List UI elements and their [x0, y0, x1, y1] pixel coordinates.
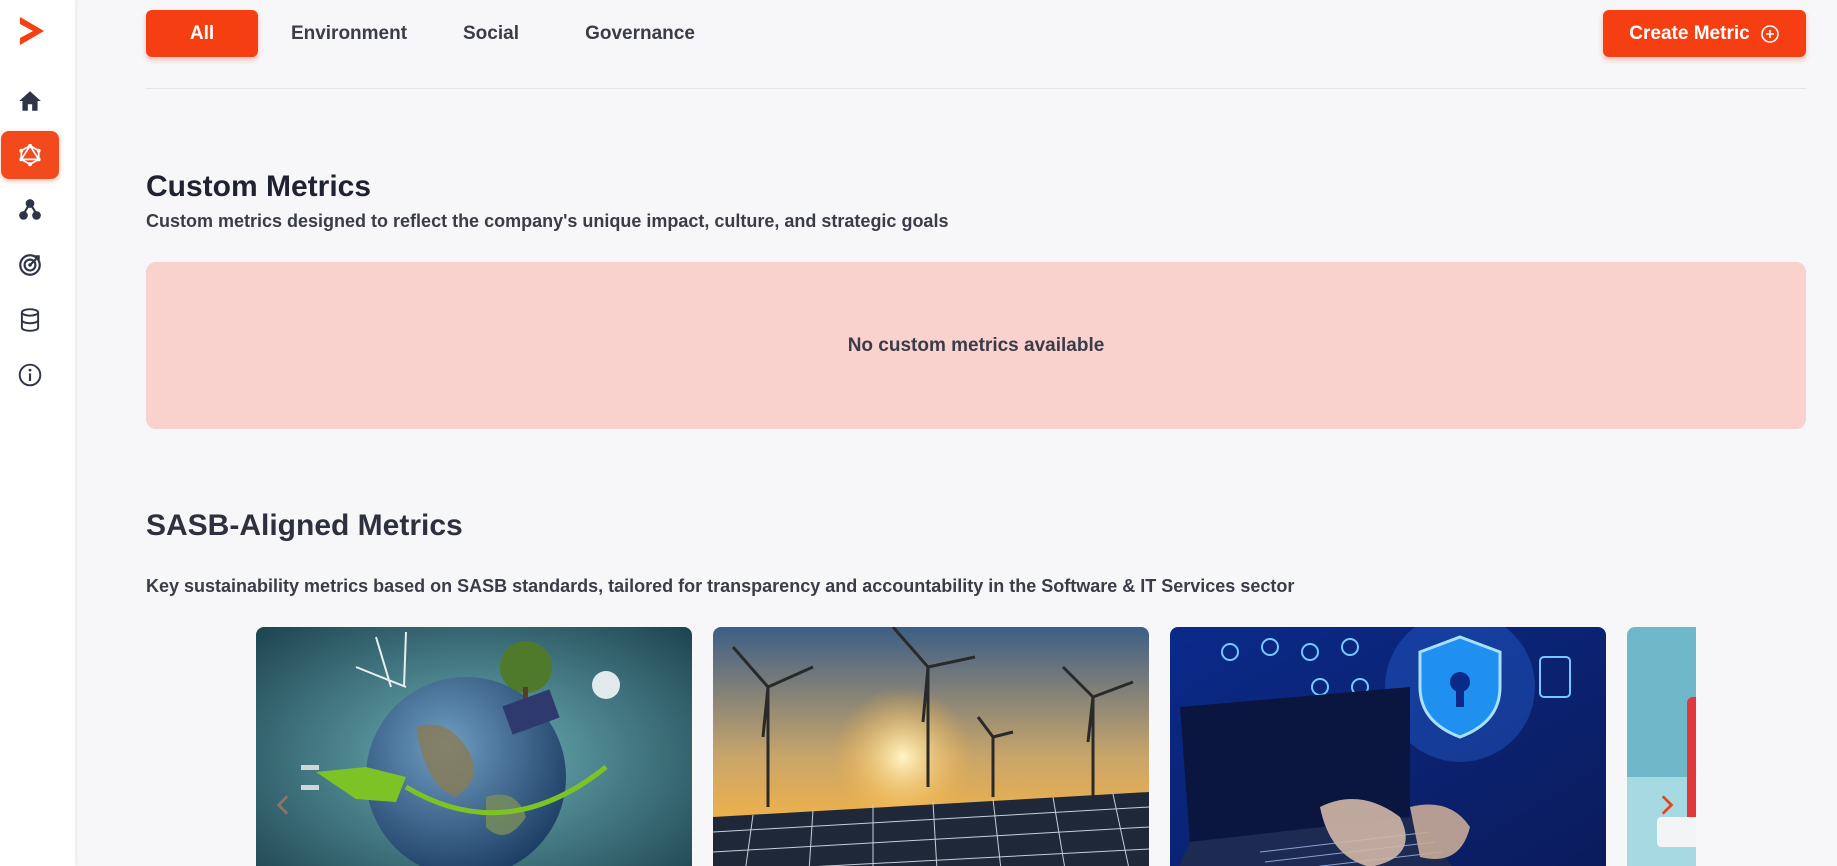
chevron-left-icon [276, 795, 289, 815]
app-logo-icon[interactable] [17, 14, 47, 48]
plus-circle-icon [1760, 24, 1779, 43]
nav-info[interactable] [1, 351, 59, 399]
tab-all[interactable]: All [146, 10, 258, 57]
info-icon [18, 363, 42, 387]
chevron-right-icon [1661, 795, 1674, 815]
create-metric-label: Create Metric [1629, 22, 1750, 44]
filter-bar: All Environment Social Governance Create… [146, 10, 1806, 58]
home-icon [19, 91, 41, 111]
custom-metrics-title: Custom Metrics [146, 170, 372, 203]
empty-state-text: No custom metrics available [847, 334, 1105, 356]
carousel-prev-button[interactable] [264, 785, 304, 825]
nav-home[interactable] [1, 77, 59, 125]
custom-metrics-empty-state: No custom metrics available [146, 262, 1806, 429]
sasb-metrics-title: SASB-Aligned Metrics [146, 509, 463, 542]
carousel-next-button[interactable] [1646, 785, 1686, 825]
sasb-carousel [256, 627, 1696, 866]
tab-environment[interactable]: Environment [274, 10, 424, 57]
laptop-image [1627, 627, 1696, 866]
divider [146, 88, 1806, 89]
tab-governance[interactable]: Governance [560, 10, 720, 57]
nav-data[interactable] [1, 296, 59, 344]
nav-hierarchy[interactable] [1, 186, 59, 234]
sidebar [0, 0, 75, 866]
nav-metrics[interactable] [1, 131, 59, 179]
metric-card[interactable] [1627, 627, 1696, 866]
metric-card[interactable] [256, 627, 692, 866]
sasb-metrics-subtitle: Key sustainability metrics based on SASB… [146, 576, 1295, 596]
metric-card[interactable] [1170, 627, 1606, 866]
earth-energy-image [256, 627, 692, 866]
database-icon [20, 308, 40, 332]
hierarchy-icon [19, 199, 41, 220]
custom-metrics-subtitle: Custom metrics designed to reflect the c… [146, 211, 949, 231]
metrics-icon [19, 143, 41, 167]
metric-card[interactable] [713, 627, 1149, 866]
wind-solar-image [713, 627, 1149, 866]
tab-social[interactable]: Social [446, 10, 536, 57]
target-icon [19, 254, 41, 276]
cybersecurity-image [1170, 627, 1606, 866]
nav-goals[interactable] [1, 241, 59, 289]
create-metric-button[interactable]: Create Metric [1603, 10, 1806, 57]
